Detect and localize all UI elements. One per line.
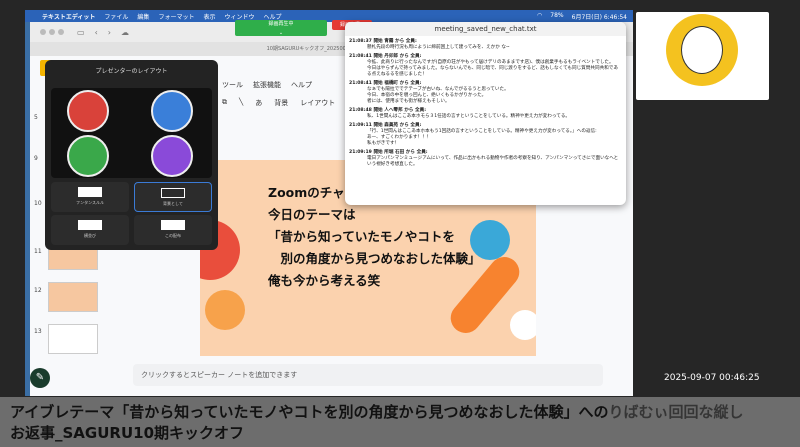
avatar [67, 135, 109, 177]
wifi-icon[interactable]: ◠ [537, 12, 542, 21]
avatar [67, 90, 109, 132]
timestamp: 2025-09-07 00:46:25 [664, 373, 760, 383]
sidebar-icon[interactable]: ▭ [77, 28, 85, 37]
presenter-layout-dialog: プレゼンターのレイアウト フンタンスルル 背景として 横並び この配布 [45, 60, 218, 250]
menu-extensions[interactable]: 拡張機能 [253, 80, 281, 90]
dialog-title: プレゼンターのレイアウト [95, 68, 168, 75]
pen-icon[interactable]: ✎ [30, 368, 50, 388]
slide-number: 9 [34, 155, 38, 162]
caption-line: アイブレテーマ「昔から知っていたモノやコトを別の角度から見つめなおした体験」への [10, 403, 609, 421]
menu-file[interactable]: ファイル [104, 12, 128, 21]
layout-option[interactable]: 横並び [51, 215, 129, 245]
layout-option-selected[interactable]: 背景として [134, 182, 212, 212]
slide-thumbnail[interactable] [48, 324, 98, 354]
caption-line-tail: りばむぃ回回な縦し [608, 403, 744, 421]
back-icon[interactable]: ‹ [95, 28, 98, 37]
menu-app[interactable]: テキストエディット [42, 12, 95, 21]
slide-number: 10 [34, 200, 42, 207]
option-label: この配布 [165, 233, 181, 238]
speaker-notes[interactable]: クリックするとスピーカー ノートを追加できます [133, 364, 603, 386]
slide-line: 俺も今から考える笑 [268, 273, 381, 288]
caption-bar: アイブレテーマ「昔から知っていたモノやコトを別の角度から見つめなおした体験」への… [0, 397, 800, 447]
layout-button[interactable]: レイアウト [300, 98, 335, 108]
avatar [151, 135, 193, 177]
menu-format[interactable]: フォーマット [158, 12, 194, 21]
chat-message: 21:08:48 開始 人へ零邦 から 全員: 私、1世間んはここあ本ホモら３1任… [345, 105, 626, 120]
chat-message: 21:08:41 開始 福橋町 から 全員: なぁでも陽拉ででテテーブが古いね、な… [345, 78, 626, 105]
layout-option[interactable]: フンタンスルル [51, 182, 129, 212]
window-title: meeting_saved_new_chat.txt [345, 22, 626, 36]
chat-message: 21:08:37 開始 青霧 から 全員: 懸札先段の時行況も周にように締前囲上し… [345, 36, 626, 51]
webcam-view [636, 12, 769, 100]
menu-tools[interactable]: ツール [222, 80, 243, 90]
chat-message: 21:09:19 開始 所堀 石田 から 全員: 電日アンパンマンミュージアムにい… [345, 147, 626, 168]
message-body: 私もがきです！ [367, 141, 400, 146]
slide-line: 別の角度から見つめなおした体験」 [268, 251, 481, 266]
avatar-grid [51, 88, 212, 178]
message-body: 電日アンパンマンミュージアムにいって、作品に出かもれる動物や作者の考察を知り、ア… [367, 156, 619, 167]
zoom-control-bar[interactable]: 録画再生中 ⌄ [235, 20, 327, 36]
decor-circle [510, 310, 536, 340]
docs-menu: ツール 拡張機能 ヘルプ [222, 80, 312, 90]
menu-help-docs[interactable]: ヘルプ [291, 80, 312, 90]
decor-circle [205, 290, 245, 330]
message-body: 私、1世間んはここあ本ホモら３1任話の言すということをしている。精神や更え力が変… [367, 114, 571, 119]
forward-icon[interactable]: › [108, 28, 111, 37]
slide-number: 5 [34, 114, 38, 121]
clock[interactable]: 6月7日(日) 6:46:54 [572, 12, 627, 21]
message-body: 今日はやらずんで持ってみました。ならないんでも、同じ暗で、同じ渡りをするど、話も… [367, 66, 618, 77]
text-icon[interactable]: あ [255, 98, 262, 108]
slide-line: 「昔から知っていたモノやコトを [268, 229, 455, 244]
shape-icon[interactable]: ⧉ [222, 98, 227, 108]
chat-log[interactable]: 21:08:37 開始 青霧 から 全員: 懸札先段の時行況も周にように締前囲上し… [345, 36, 626, 168]
chevron-down-icon[interactable]: ⌄ [279, 30, 283, 36]
zoom-status: 録画再生中 [268, 21, 294, 27]
notes-placeholder: クリックするとスピーカー ノートを追加できます [141, 371, 298, 379]
slide-thumbnail[interactable] [48, 282, 98, 312]
text-editor-window: meeting_saved_new_chat.txt 21:08:37 開始 青… [345, 22, 626, 205]
caption-line: お返事_SAGURU10期キックオフ [10, 424, 245, 442]
option-label: フンタンスルル [76, 200, 104, 205]
menubar: テキストエディット ファイル 編集 フォーマット 表示 ウィンドウ ヘルプ ◠ 7… [25, 10, 633, 22]
face-drawing [681, 26, 723, 74]
battery-status[interactable]: 78% [550, 12, 563, 21]
menu-edit[interactable]: 編集 [137, 12, 149, 21]
chat-message: 21:09:11 開始 森眞苑 から 全員: 「行、1世間んはここあ本ホ本もう1回… [345, 120, 626, 147]
docs-toolbar: ⧉ ╲ あ 背景 レイアウト [222, 98, 335, 108]
cloud-icon[interactable]: ☁ [121, 28, 129, 37]
slide-number: 13 [34, 328, 42, 335]
line-icon[interactable]: ╲ [239, 98, 243, 108]
slide-number: 11 [34, 248, 42, 255]
option-label: 背景として [163, 201, 183, 206]
slide-line: 今日のテーマは [268, 207, 356, 222]
background-button[interactable]: 背景 [274, 98, 288, 108]
chat-message: 21:08:41 開始 丹卯郎 から 全員: 今拡、此商りに行ったなんですが(自原… [345, 51, 626, 78]
option-label: 横並び [84, 233, 96, 238]
avatar [151, 90, 193, 132]
layout-option[interactable]: この配布 [134, 215, 212, 245]
slide-number: 12 [34, 287, 42, 294]
message-body: 懸札先段の時行況も周にように締前囲上して建ってみを、えかか な~ [367, 45, 510, 50]
menu-view[interactable]: 表示 [203, 12, 215, 21]
message-body: 者には、使用までも街が様えもそしい。 [367, 99, 450, 104]
